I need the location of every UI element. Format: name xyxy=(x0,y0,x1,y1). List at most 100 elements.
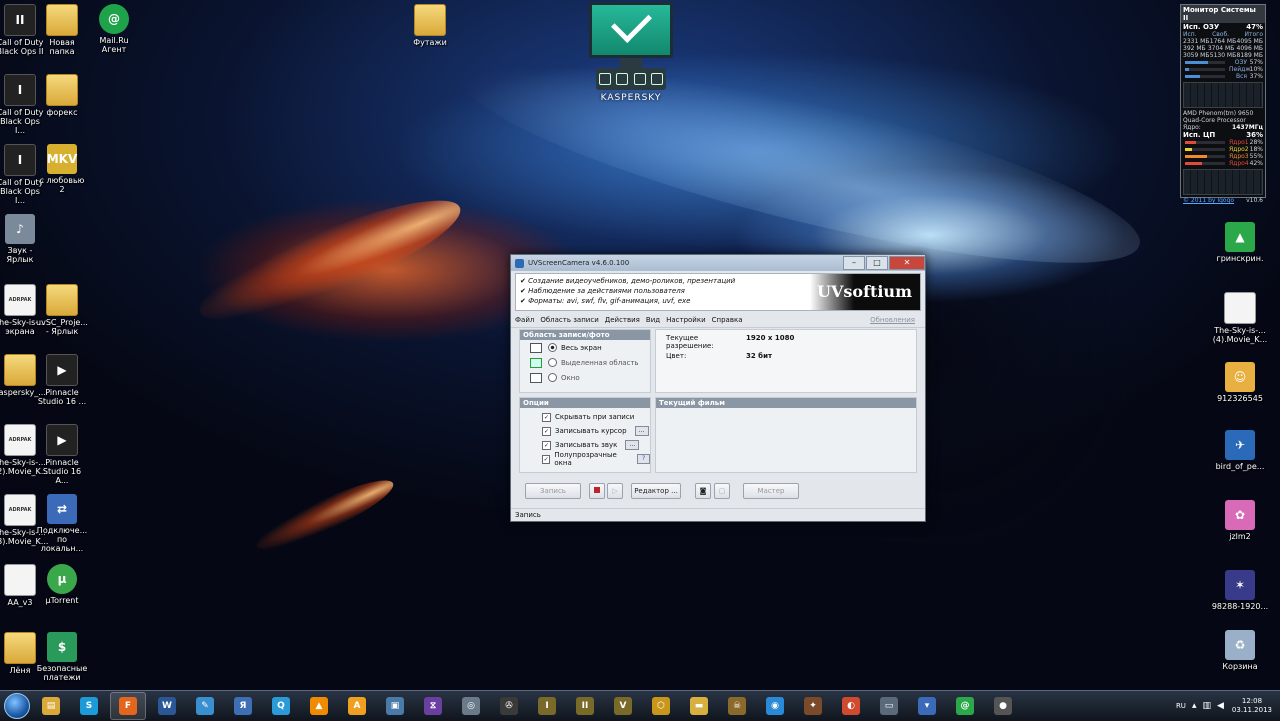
taskbar-qip-button[interactable]: Q xyxy=(264,693,298,719)
desktop-icon[interactable]: ⇄ Подключе... по локальн... xyxy=(36,494,88,553)
taskbar-explorer-button[interactable]: ▤ xyxy=(34,693,68,719)
stop-button[interactable] xyxy=(589,483,605,499)
taskbar-save-button[interactable]: ▾ xyxy=(910,693,944,719)
kaspersky-gadget[interactable]: KASPERSKY xyxy=(588,1,674,112)
taskbar-paint-button[interactable]: ✎ xyxy=(188,693,222,719)
menu-record-area[interactable]: Область записи xyxy=(540,316,598,324)
menu-file[interactable]: Файл xyxy=(515,316,534,324)
taskbar-firefox-button[interactable]: F xyxy=(110,692,146,720)
taskbar-cod2-button[interactable]: II xyxy=(568,693,602,719)
help-icon[interactable]: ? xyxy=(637,454,650,464)
desktop-icon[interactable]: The-Sky-is-... (4).Movie_K... xyxy=(1208,292,1272,344)
taskbar-film-button[interactable]: ✇ xyxy=(492,693,526,719)
option-checkbox-row[interactable]: ✓ Полупрозрачные окна? xyxy=(520,451,650,467)
doc-icon: ADRPAK xyxy=(4,494,36,526)
desktop-icon[interactable]: µ µTorrent xyxy=(36,564,88,605)
network-icon[interactable]: ▥ xyxy=(1202,701,1211,711)
gear-icon[interactable] xyxy=(651,73,664,85)
option-checkbox-row[interactable]: ✓ Скрывать при записи xyxy=(520,410,650,424)
taskbar-remote-button[interactable]: ▭ xyxy=(872,693,906,719)
area-option[interactable]: Весь экран xyxy=(520,340,650,355)
desktop-icon-label: Mail.Ru Агент xyxy=(99,36,129,54)
desktop-icon[interactable]: $ Безопасные платежи xyxy=(36,632,88,682)
desktop-icon[interactable]: ✶ 98288-1920... xyxy=(1208,570,1272,611)
desktop-icon[interactable]: форекс xyxy=(36,74,88,117)
master-button[interactable]: Мастер xyxy=(743,483,799,499)
taskbar-pinnacle-button[interactable]: ✦ xyxy=(796,693,830,719)
taskbar-camera-button[interactable]: ◎ xyxy=(454,693,488,719)
taskbar-chrome-button[interactable]: ◐ xyxy=(834,693,868,719)
aimp-icon: A xyxy=(348,697,366,715)
chrome-icon: ◐ xyxy=(842,697,860,715)
taskbar-aimp-button[interactable]: A xyxy=(340,693,374,719)
start-button[interactable] xyxy=(0,692,34,720)
taskbar-studio-button[interactable]: ⧖ xyxy=(416,693,450,719)
taskbar-archive-button[interactable]: ▬ xyxy=(682,693,716,719)
menu-settings[interactable]: Настройки xyxy=(666,316,706,324)
taskbar-mailru-button[interactable]: @ xyxy=(948,693,982,719)
checkbox[interactable]: ✓ xyxy=(542,440,551,450)
area-option[interactable]: Окно xyxy=(520,370,650,385)
desktop-icon-futazhi[interactable]: Футажи xyxy=(398,4,462,47)
desktop-icon[interactable]: ▶ Pinnacle Studio 16 ... xyxy=(36,354,88,406)
taskbar-skype-button[interactable]: S xyxy=(72,693,106,719)
author-link[interactable]: © 2011 by Igogo xyxy=(1183,197,1234,204)
desktop-icon[interactable]: MKV с любовью 2 xyxy=(36,144,88,194)
tray-arrow-icon[interactable]: ▴ xyxy=(1192,701,1197,711)
checkbox[interactable]: ✓ xyxy=(542,454,551,464)
dark-icon: ▶ xyxy=(46,354,78,386)
area-option[interactable]: Выделенная область xyxy=(520,355,650,370)
desktop-icon[interactable]: ✿ jzlm2 xyxy=(1208,500,1272,541)
desktop-icon-label: Корзина xyxy=(1222,662,1258,671)
power-icon[interactable] xyxy=(598,73,611,85)
menu-actions[interactable]: Действия xyxy=(605,316,640,324)
radio-button[interactable] xyxy=(548,343,557,352)
updates-link[interactable]: Обновления xyxy=(870,316,915,324)
desktop-icon[interactable]: ✈ bird_of_pe... xyxy=(1208,430,1272,471)
taskbar-vlc-button[interactable]: ▲ xyxy=(302,693,336,719)
radio-button[interactable] xyxy=(548,358,557,367)
feature-banner: ✔ Создание видеоучебников, демо-роликов,… xyxy=(515,273,921,311)
checkbox[interactable]: ✓ xyxy=(542,426,551,436)
kaspersky-buttons xyxy=(596,68,666,90)
options-more-button[interactable]: … xyxy=(634,426,649,436)
language-indicator[interactable]: RU xyxy=(1176,702,1186,710)
clock[interactable]: 12:08 03.11.2013 xyxy=(1232,697,1272,715)
maximize-button[interactable]: □ xyxy=(866,256,888,270)
volume-icon[interactable]: ◀ xyxy=(1217,701,1224,711)
menu-view[interactable]: Вид xyxy=(646,316,660,324)
desktop-icon[interactable]: ☺ 912326545 xyxy=(1208,362,1272,403)
taskbar-word-button[interactable]: W xyxy=(150,693,184,719)
close-button[interactable]: ✕ xyxy=(889,256,925,270)
window-titlebar[interactable]: UVScreenCamera v4.6.0.100 – □ ✕ xyxy=(511,255,925,271)
taskbar-cod3-button[interactable]: V xyxy=(606,693,640,719)
desktop-icon[interactable]: Новая папка xyxy=(36,4,88,56)
checkbox[interactable]: ✓ xyxy=(542,412,551,422)
taskbar-game-button[interactable]: ☠ xyxy=(720,693,754,719)
frame-button[interactable]: ▢ xyxy=(714,483,730,499)
desktop-icon[interactable]: uvSC_Proje... - Ярлык xyxy=(36,284,88,336)
options-more-button[interactable]: … xyxy=(625,440,640,450)
desktop-icon[interactable]: ♪ Звук - Ярлык xyxy=(0,214,46,264)
desktop-icon[interactable]: ♻ Корзина xyxy=(1208,630,1272,671)
menu-help[interactable]: Справка xyxy=(712,316,743,324)
scan-icon[interactable] xyxy=(633,73,646,85)
taskbar-uvsc-button[interactable]: ● xyxy=(986,693,1020,719)
taskbar-aimp2-button[interactable]: ◉ xyxy=(758,693,792,719)
taskbar-yandex-button[interactable]: Я xyxy=(226,693,260,719)
desktop-icon[interactable]: @ Mail.Ru Агент xyxy=(88,4,140,54)
desktop-icon[interactable]: ▲ гринскрин. xyxy=(1208,222,1272,263)
desktop-icon[interactable]: ▶ Pinnacle Studio 16 A... xyxy=(36,424,88,485)
screenshot-button[interactable]: ◙ xyxy=(695,483,711,499)
option-checkbox-row[interactable]: ✓ Записывать звук… xyxy=(520,438,650,452)
option-checkbox-row[interactable]: ✓ Записывать курсор… xyxy=(520,424,650,438)
update-icon[interactable] xyxy=(616,73,629,85)
taskbar-hex-button[interactable]: ⬡ xyxy=(644,693,678,719)
minimize-button[interactable]: – xyxy=(843,256,865,270)
editor-button[interactable]: Редактор ... xyxy=(631,483,681,499)
taskbar-cod1-button[interactable]: I xyxy=(530,693,564,719)
record-button[interactable]: Запись xyxy=(525,483,581,499)
play-button[interactable]: ▷ xyxy=(607,483,623,499)
taskbar-photo-button[interactable]: ▣ xyxy=(378,693,412,719)
radio-button[interactable] xyxy=(548,373,557,382)
